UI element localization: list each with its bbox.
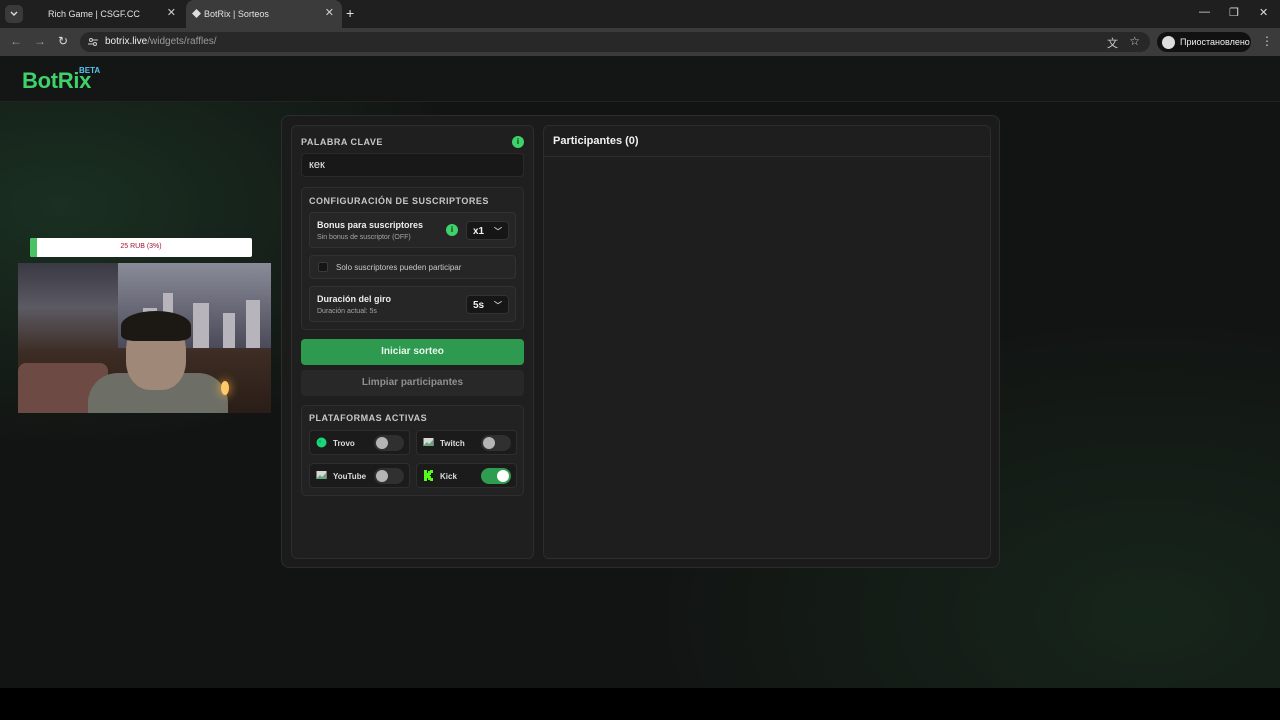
bottom-black-strip: [0, 688, 1280, 720]
bookmark-star-icon[interactable]: ☆: [1129, 34, 1140, 48]
page: BotRix BETA 25 RUB (3%) PALABRA CLAVE i …: [0, 56, 1280, 688]
minimize-window-icon[interactable]: —: [1199, 6, 1210, 18]
building: [193, 303, 209, 348]
browser-tab-richgame[interactable]: Rich Game | CSGF.CC ✕: [30, 0, 184, 28]
raffle-settings-panel: PALABRA CLAVE i CONFIGURACIÓN DE SUSCRIP…: [291, 125, 534, 559]
bonus-info-icon[interactable]: i: [446, 224, 458, 236]
candle-light: [221, 381, 229, 395]
platform-name: Twitch: [440, 439, 465, 448]
raffle-card: PALABRA CLAVE i CONFIGURACIÓN DE SUSCRIP…: [281, 115, 1000, 568]
keyword-label: PALABRA CLAVE: [301, 137, 383, 147]
profile-button[interactable]: Приостановлено: [1157, 32, 1251, 52]
chevron-down-icon: ﹀: [494, 301, 502, 310]
webcam-overlay: [18, 263, 271, 413]
close-tab-icon[interactable]: ✕: [325, 6, 334, 19]
youtube-icon: [316, 471, 327, 479]
url-host: botrix.live: [105, 36, 148, 47]
spin-duration-subtitle: Duración actual: 5s: [317, 308, 377, 315]
active-platforms-label: PLATAFORMAS ACTIVAS: [309, 413, 428, 423]
spin-duration-title: Duración del giro: [317, 294, 392, 304]
kick-icon: [424, 470, 433, 481]
back-icon[interactable]: ←: [10, 34, 22, 48]
browser-tab-bar: Rich Game | CSGF.CC ✕ BotRix | Sorteos ✕…: [0, 0, 1280, 28]
only-subscribers-row[interactable]: Solo suscriptores pueden participar: [309, 255, 516, 279]
forward-icon[interactable]: →: [34, 34, 46, 48]
donation-progress-bar: 25 RUB (3%): [30, 238, 252, 257]
participants-header: Participantes (0): [544, 126, 990, 157]
youtube-toggle[interactable]: [374, 468, 404, 484]
building: [223, 313, 235, 348]
address-bar[interactable]: botrix.live/widgets/raffles/ 文 ☆: [80, 32, 1150, 52]
chevron-down-icon: ﹀: [494, 227, 502, 236]
url-text: botrix.live/widgets/raffles/: [105, 36, 217, 47]
trovo-toggle[interactable]: [374, 435, 404, 451]
toggle-knob: [376, 437, 388, 449]
clear-participants-button[interactable]: Limpiar participantes: [301, 370, 524, 396]
donation-progress-label: 25 RUB (3%): [120, 243, 162, 250]
profile-status: Приостановлено: [1180, 37, 1250, 47]
streamer-hair: [121, 311, 191, 341]
toggle-knob: [497, 470, 509, 482]
only-subscribers-checkbox[interactable]: [318, 262, 328, 272]
tab-search-button[interactable]: [5, 5, 23, 23]
avatar: [1162, 36, 1175, 49]
site-settings-icon[interactable]: [88, 37, 98, 47]
platform-youtube: YouTube: [309, 463, 410, 488]
platform-name: YouTube: [333, 472, 367, 481]
subscriber-bonus-row: Bonus para suscriptores Sin bonus de sus…: [309, 212, 516, 248]
only-subscribers-label: Solo suscriptores pueden participar: [336, 263, 462, 272]
reload-icon[interactable]: ↻: [58, 34, 68, 48]
subscriber-config-section: CONFIGURACIÓN DE SUSCRIPTORES Bonus para…: [301, 187, 524, 330]
keyword-info-icon[interactable]: i: [512, 136, 524, 148]
platform-twitch: Twitch: [416, 430, 517, 455]
spin-duration-value: 5s: [473, 300, 485, 311]
botrix-favicon-icon: [192, 9, 201, 18]
twitch-icon: [423, 438, 434, 446]
tab-title: BotRix | Sorteos: [204, 9, 269, 19]
close-window-icon[interactable]: ✕: [1259, 6, 1268, 19]
bonus-multiplier-select[interactable]: x1 ﹀: [466, 221, 509, 240]
start-raffle-button[interactable]: Iniciar sorteo: [301, 339, 524, 365]
platform-name: Trovo: [333, 439, 355, 448]
building: [246, 300, 260, 348]
spin-duration-row: Duración del giro Duración actual: 5s 5s…: [309, 286, 516, 322]
close-tab-icon[interactable]: ✕: [167, 6, 176, 19]
url-path: /widgets/raffles/: [147, 36, 217, 47]
twitch-toggle[interactable]: [481, 435, 511, 451]
browser-toolbar: ← → ↻ botrix.live/widgets/raffles/ 文 ☆ П…: [0, 28, 1280, 56]
keyword-input[interactable]: [301, 153, 524, 177]
new-tab-icon[interactable]: +: [346, 5, 354, 21]
translate-icon[interactable]: 文: [1107, 35, 1118, 51]
toggle-knob: [483, 437, 495, 449]
subscriber-bonus-subtitle: Sin bonus de suscriptor (OFF): [317, 234, 411, 241]
browser-tab-botrix[interactable]: BotRix | Sorteos ✕: [186, 0, 342, 28]
browser-menu-icon[interactable]: ⋮: [1261, 34, 1273, 48]
participants-panel: Participantes (0): [543, 125, 991, 559]
participants-title: Participantes (0): [553, 135, 639, 147]
toggle-knob: [376, 470, 388, 482]
platform-trovo: Trovo: [309, 430, 410, 455]
tab-title: Rich Game | CSGF.CC: [48, 9, 140, 19]
platform-name: Kick: [440, 472, 457, 481]
restore-window-icon[interactable]: ❐: [1229, 6, 1239, 19]
bonus-multiplier-value: x1: [473, 226, 485, 237]
kick-toggle[interactable]: [481, 468, 511, 484]
site-header: BotRix BETA: [0, 56, 1280, 102]
subscriber-config-label: CONFIGURACIÓN DE SUSCRIPTORES: [309, 196, 489, 206]
trovo-icon: [316, 437, 327, 448]
platform-kick: Kick: [416, 463, 517, 488]
spin-duration-select[interactable]: 5s ﹀: [466, 295, 509, 314]
beta-badge: BETA: [79, 66, 101, 75]
active-platforms-section: PLATAFORMAS ACTIVAS Trovo Twitch YouTube: [301, 405, 524, 496]
chevron-down-icon: [10, 11, 18, 16]
subscriber-bonus-title: Bonus para suscriptores: [317, 220, 424, 230]
